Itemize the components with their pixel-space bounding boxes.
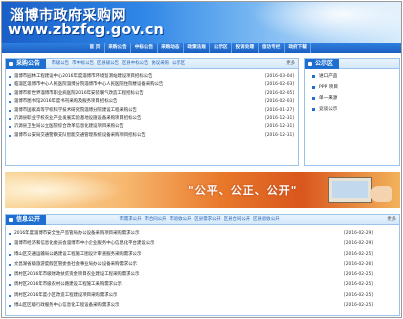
bullet-icon <box>9 294 11 297</box>
bullet-icon <box>9 117 11 120</box>
list-item[interactable]: 淄博市经济和信息化委员会淄博市中小企业服务中心信息化平台建设公示 [2016-02… <box>6 239 399 249</box>
list-item[interactable]: 淄博市图书馆2016年度书刊采购及服务项目招标公告 [2016-02-03] <box>6 98 298 106</box>
nav-item-policy[interactable]: 政策法规 <box>184 43 211 53</box>
procurement-tabs: 市级公告 市中标公告 区县级公告 区县中标公告 协议采购 公示区 <box>50 59 187 69</box>
bullet-icon <box>9 253 11 256</box>
banner-glow <box>5 172 125 208</box>
list-item[interactable]: 淄博市公安局交通警察支队智能交通管理系统设备采购项目招标公告 [2016-12-3… <box>6 132 298 140</box>
notice-panel-header: 公示区 <box>305 59 399 69</box>
bullet-icon <box>9 274 11 277</box>
list-item[interactable]: 文昌湖省级旅游度假区管委会社会事业局办公设备采购需求公示 [2016-02-26] <box>6 260 399 270</box>
site-url: www.zbzfcg.gov.cn <box>8 22 164 38</box>
tab-county-notice[interactable]: 区县级公告 <box>96 59 121 69</box>
info-tabs: 市需求公开 市合同公开 市验收公开 区县需求公开 区县合同公开 区县验收公开 <box>118 215 281 225</box>
procurement-title: 采购公告 <box>6 59 47 69</box>
tab-city-award[interactable]: 市中标公告 <box>71 59 96 69</box>
tab-city-demand[interactable]: 市需求公开 <box>118 215 143 225</box>
bullet-icon <box>9 134 11 137</box>
bullet-icon <box>9 284 11 287</box>
list-item[interactable]: 博山区区级行政服务中心信息化工程设备采购需求公示 [2016-02-25] <box>6 301 399 311</box>
bullet-icon <box>9 305 11 308</box>
list-item[interactable]: 淄博市新世界淄博市职业病医院2016年安装暖气改造工程招标公告 [2016-02-… <box>6 90 298 98</box>
laptop-illustration <box>328 177 372 203</box>
list-item[interactable]: 沂源县职业学校农业产业发展实验基地设施设备采购项目招标公告 [2016-12-31… <box>6 115 298 123</box>
tab-agreement[interactable]: 协议采购 <box>150 59 171 69</box>
tab-city-acceptance[interactable]: 市验收公开 <box>168 215 193 225</box>
bullet-icon <box>312 108 315 111</box>
notice-item-import[interactable]: 进口产品 <box>305 71 399 82</box>
bullet-icon <box>9 76 11 78</box>
procurement-panel-header: 采购公告 市级公告 市中标公告 区县级公告 区县中标公告 协议采购 公示区 更多 <box>6 59 298 69</box>
tab-county-award[interactable]: 区县中标公告 <box>121 59 150 69</box>
nav-item-download[interactable]: 政府下载 <box>285 43 312 53</box>
info-more-link[interactable]: 更多 <box>387 215 396 225</box>
bullet-icon <box>9 243 11 246</box>
list-item[interactable]: 博山区交通运输局公路建设工程施工图设计审查服务采购需求公示 [2016-02-25… <box>6 250 399 260</box>
list-item[interactable]: 周村区2016年市级农村公路建设工程施工采购需求公示 [2016-02-25] <box>6 280 399 290</box>
nav-item-news[interactable]: 采购动态 <box>158 43 184 53</box>
main-nav: 首 页 采购公告 中标公告 采购动态 政策法规 公示区 投诉处理 信访专栏 政府… <box>2 43 401 53</box>
notice-panel: 公示区 进口产品 PPP 项目 单一来源 竞谈公示 <box>304 58 400 166</box>
header-decoration <box>251 2 401 43</box>
nav-item-notice[interactable]: 公示区 <box>210 43 233 53</box>
bullet-icon <box>312 75 315 78</box>
slogan-banner[interactable]: "公平、公正、公开" <box>5 172 400 208</box>
list-item[interactable]: 沂源县卫生局公立医院综合改革信息化建设项目采购公告 [2016-12-31] <box>6 123 298 131</box>
list-item[interactable]: 淄博市园林工程建设中心2016年度淄博市环境监测站建设项目招标公告 [2016-0… <box>6 73 298 81</box>
notice-title: 公示区 <box>305 59 340 69</box>
bullet-icon <box>9 233 11 235</box>
banner-slogan: "公平、公正、公开" <box>188 184 298 197</box>
tab-notice[interactable]: 公示区 <box>170 59 186 69</box>
notice-item-negotiation[interactable]: 竞谈公示 <box>305 104 399 115</box>
bullet-icon <box>312 97 315 100</box>
info-list: 2016年度淄博市安全生产监管局办公设备采购项目采购需求公示 [2016-02-2… <box>6 229 399 311</box>
list-item[interactable]: 周村区2016年度小区改造工程建设项目采购需求公示 [2016-02-25] <box>6 291 399 301</box>
list-item[interactable]: 临淄区淄博市中心人民医院淄博分院淄博市中心人民医院住院楼设备采购公告 [2016-… <box>6 81 298 89</box>
nav-item-home[interactable]: 首 页 <box>86 43 105 53</box>
procurement-more-link[interactable]: 更多 <box>286 59 295 69</box>
tab-city-contract[interactable]: 市合同公开 <box>143 215 168 225</box>
nav-item-award[interactable]: 中标公告 <box>131 43 158 53</box>
procurement-panel: 采购公告 市级公告 市中标公告 区县级公告 区县中标公告 协议采购 公示区 更多… <box>5 58 299 166</box>
info-title: 信息公开 <box>6 215 47 225</box>
info-panel-header: 信息公开 市需求公开 市合同公开 市验收公开 区县需求公开 区县合同公开 区县验… <box>6 215 399 225</box>
list-item[interactable]: 2016年度淄博市安全生产监管局办公设备采购项目采购需求公示 [2016-02-2… <box>6 229 399 239</box>
nav-item-petition[interactable]: 信访专栏 <box>259 43 285 53</box>
bullet-icon <box>9 263 11 266</box>
tab-county-demand[interactable]: 区县需求公开 <box>193 215 222 225</box>
bullet-icon <box>9 109 11 112</box>
nav-item-complaint[interactable]: 投诉处理 <box>232 43 259 53</box>
bullet-icon <box>9 101 11 104</box>
bullet-icon <box>9 84 11 87</box>
bullet-icon <box>9 126 11 129</box>
tab-county-contract[interactable]: 区县合同公开 <box>222 215 251 225</box>
site-header: 淄博市政府采购网 www.zbzfcg.gov.cn <box>2 2 401 43</box>
hand-illustration <box>370 186 392 202</box>
info-panel: 信息公开 市需求公开 市合同公开 市验收公开 区县需求公开 区县合同公开 区县验… <box>5 214 400 316</box>
list-item[interactable]: 淄博市国家高等学校科学技术研究院淄博分院建设工程采购公告 [2016-01-27] <box>6 107 298 115</box>
nav-item-procurement[interactable]: 采购公告 <box>105 43 132 53</box>
bullet-icon <box>9 92 11 95</box>
laptop-screen <box>332 181 368 198</box>
notice-item-single-source[interactable]: 单一来源 <box>305 93 399 104</box>
procurement-list: 淄博市园林工程建设中心2016年度淄博市环境监测站建设项目招标公告 [2016-0… <box>6 73 298 140</box>
list-item[interactable]: 周村区2016年市级财政扶贫资金项目农业建设工程采购需求公示 [2016-02-2… <box>6 270 399 280</box>
bullet-icon <box>312 86 315 89</box>
notice-list: 进口产品 PPP 项目 单一来源 竞谈公示 <box>305 71 399 115</box>
page-frame: 淄博市政府采购网 www.zbzfcg.gov.cn 首 页 采购公告 中标公告… <box>1 1 402 318</box>
notice-item-ppp[interactable]: PPP 项目 <box>305 82 399 93</box>
tab-county-acceptance[interactable]: 区县验收公开 <box>252 215 281 225</box>
tab-city-notice[interactable]: 市级公告 <box>50 59 71 69</box>
